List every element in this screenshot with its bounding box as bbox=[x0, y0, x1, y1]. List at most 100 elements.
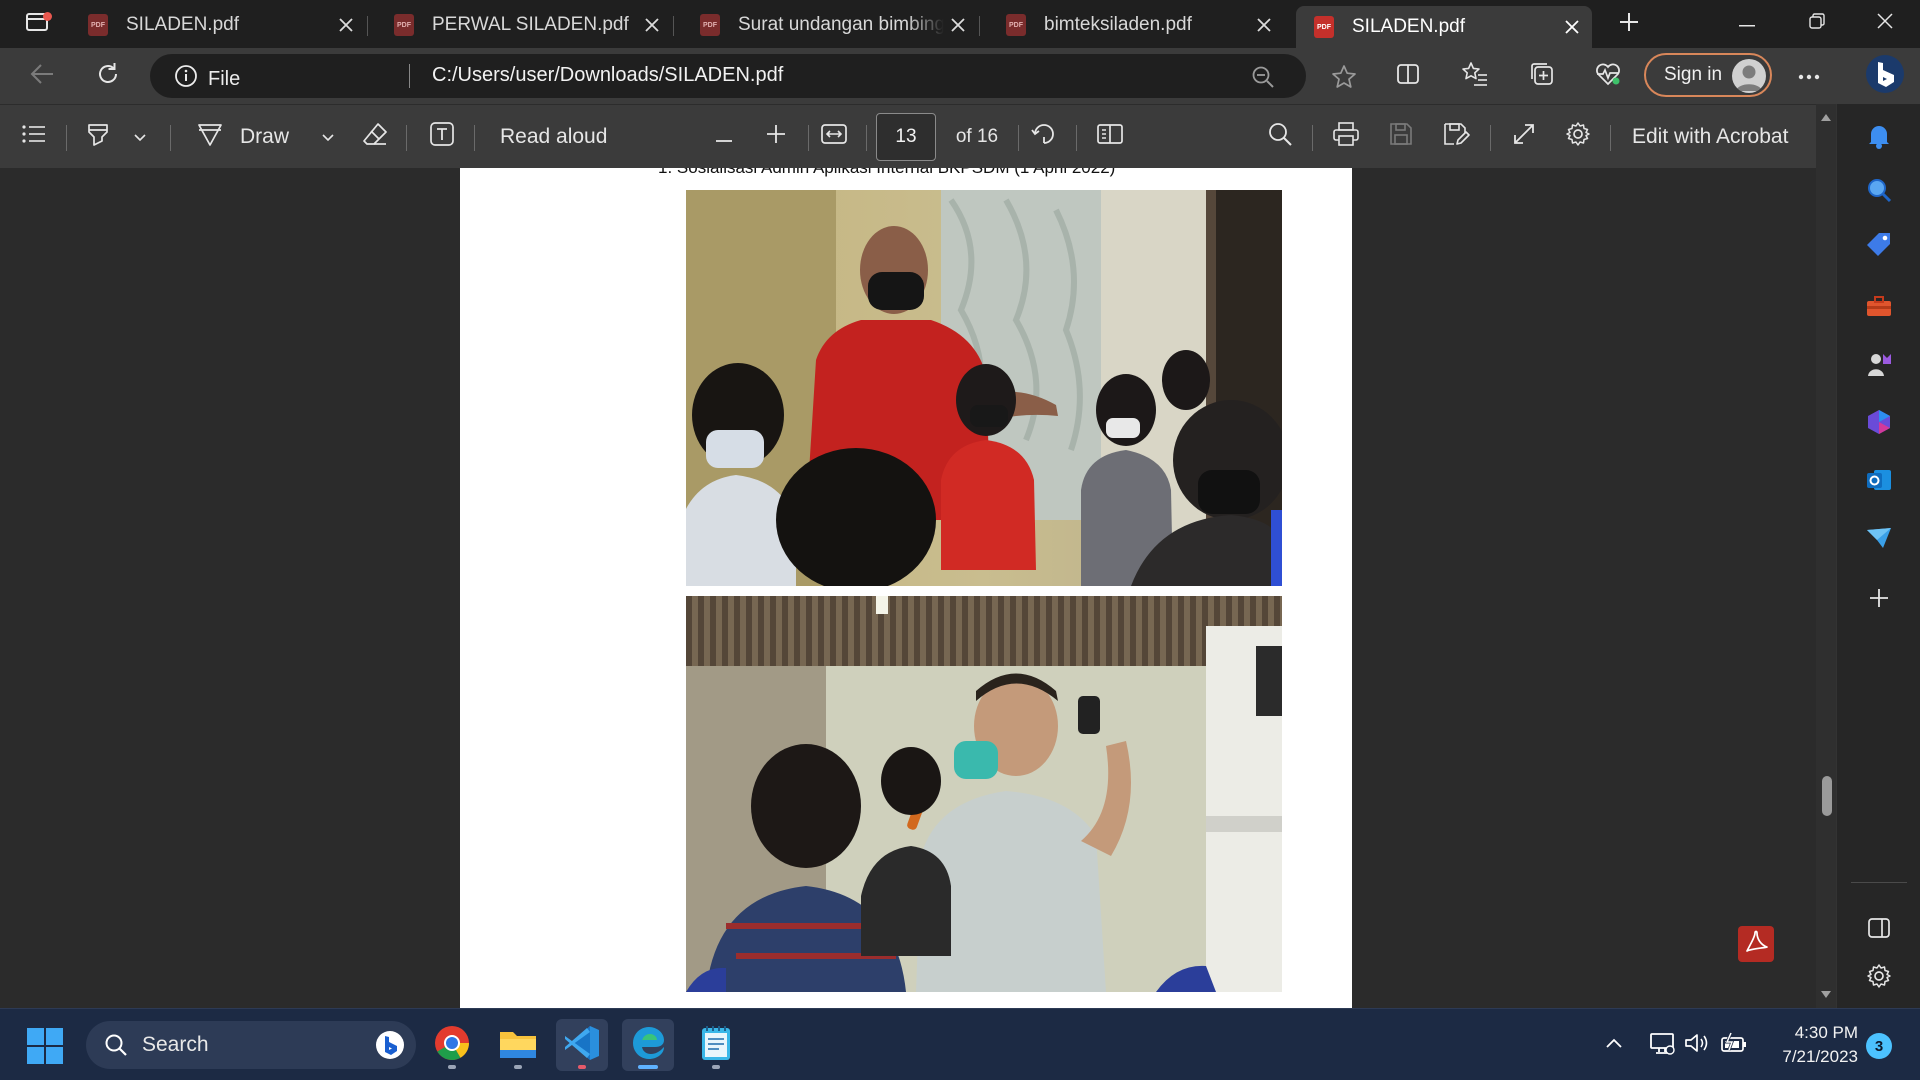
tab-3[interactable]: PDF Surat undangan bimbingan bbox=[682, 6, 980, 44]
taskbar-file-explorer[interactable] bbox=[492, 1019, 544, 1071]
fit-width-button[interactable] bbox=[818, 121, 850, 153]
restore-button[interactable] bbox=[1784, 0, 1850, 46]
browser-health-button[interactable] bbox=[1588, 56, 1628, 96]
outlook-button[interactable] bbox=[1861, 464, 1897, 500]
pdf-settings-button[interactable] bbox=[1562, 121, 1594, 153]
games-button[interactable] bbox=[1861, 348, 1897, 384]
zoom-out-icon[interactable] bbox=[1248, 62, 1278, 92]
rotate-icon bbox=[1030, 120, 1058, 154]
erase-button[interactable] bbox=[358, 121, 392, 153]
url-text[interactable]: C:/Users/user/Downloads/SILADEN.pdf bbox=[432, 64, 783, 87]
rotate-button[interactable] bbox=[1028, 121, 1060, 153]
scroll-down-icon[interactable] bbox=[1820, 990, 1832, 1000]
hide-sidebar-button[interactable] bbox=[1861, 912, 1897, 948]
sign-in-button[interactable]: Sign in bbox=[1644, 53, 1772, 97]
tab-5-active[interactable]: PDF SILADEN.pdf bbox=[1296, 6, 1592, 48]
scrollbar-thumb[interactable] bbox=[1822, 776, 1832, 816]
taskbar-vscode[interactable] bbox=[556, 1019, 608, 1071]
notifications-button[interactable] bbox=[1861, 120, 1897, 156]
sidebar-settings-button[interactable] bbox=[1861, 960, 1897, 996]
acrobat-button[interactable] bbox=[1738, 926, 1774, 962]
add-text-button[interactable] bbox=[426, 121, 458, 153]
tab-actions-button[interactable] bbox=[14, 8, 60, 40]
page-total-label: of 16 bbox=[955, 126, 999, 147]
taskbar-edge[interactable] bbox=[622, 1019, 674, 1071]
start-button[interactable] bbox=[26, 1027, 64, 1065]
contents-button[interactable] bbox=[18, 121, 50, 153]
save-button[interactable] bbox=[1385, 121, 1417, 153]
edit-with-acrobat-button[interactable]: Edit with Acrobat bbox=[1632, 121, 1802, 153]
collections-button[interactable] bbox=[1522, 56, 1562, 96]
notification-count-badge[interactable]: 3 bbox=[1866, 1033, 1892, 1059]
close-icon[interactable] bbox=[332, 11, 360, 39]
page-number-input[interactable] bbox=[876, 113, 936, 161]
toolbar-divider bbox=[1018, 125, 1019, 151]
tab-1[interactable]: PDF SILADEN.pdf bbox=[70, 6, 368, 44]
volume-button[interactable] bbox=[1682, 1031, 1710, 1059]
close-icon[interactable] bbox=[1558, 13, 1586, 41]
customize-sidebar-button[interactable] bbox=[1861, 582, 1897, 618]
address-divider bbox=[409, 64, 410, 88]
shopping-button[interactable] bbox=[1861, 228, 1897, 264]
tab-2[interactable]: PDF PERWAL SILADEN.pdf bbox=[376, 6, 674, 44]
taskbar-chrome[interactable] bbox=[426, 1019, 478, 1071]
pdf-viewport[interactable]: 1. Sosialisasi Admin Aplikasi Internal B… bbox=[0, 168, 1816, 1008]
minimize-button[interactable] bbox=[1714, 0, 1780, 46]
fullscreen-button[interactable] bbox=[1508, 121, 1540, 153]
site-info-button[interactable]: File bbox=[174, 64, 240, 94]
save-as-button[interactable] bbox=[1440, 121, 1472, 153]
print-icon bbox=[1332, 121, 1360, 153]
sidebar-search-button[interactable] bbox=[1861, 174, 1897, 210]
microsoft365-icon bbox=[1865, 408, 1893, 441]
gear-icon bbox=[1866, 963, 1892, 994]
tab-4[interactable]: PDF bimteksiladen.pdf bbox=[988, 6, 1284, 44]
favorites-button[interactable] bbox=[1455, 56, 1495, 96]
edge-icon bbox=[628, 1023, 668, 1068]
battery-button[interactable] bbox=[1720, 1031, 1748, 1059]
address-bar[interactable]: File C:/Users/user/Downloads/SILADEN.pdf bbox=[150, 54, 1356, 98]
print-button[interactable] bbox=[1330, 121, 1362, 153]
microsoft365-button[interactable] bbox=[1861, 406, 1897, 442]
network-button[interactable] bbox=[1648, 1031, 1676, 1059]
draw-options-button[interactable] bbox=[316, 121, 340, 153]
zoom-in-button[interactable] bbox=[762, 121, 790, 153]
taskbar-clock[interactable]: 4:30 PM 7/21/2023 bbox=[1768, 1021, 1858, 1069]
highlight-button[interactable] bbox=[82, 121, 114, 153]
split-screen-button[interactable] bbox=[1388, 56, 1428, 96]
meeting-photo-2 bbox=[686, 596, 1282, 992]
close-icon[interactable] bbox=[944, 11, 972, 39]
star-icon[interactable] bbox=[1329, 62, 1359, 92]
read-aloud-button[interactable]: Read aloud bbox=[500, 121, 610, 153]
page-view-button[interactable] bbox=[1094, 121, 1126, 153]
collections-icon bbox=[1529, 61, 1555, 92]
sidebar-layout-icon bbox=[1867, 917, 1891, 944]
restore-icon bbox=[1809, 12, 1825, 34]
tools-button[interactable] bbox=[1861, 290, 1897, 326]
split-screen-icon bbox=[1396, 63, 1420, 90]
show-hidden-icons-button[interactable] bbox=[1600, 1031, 1628, 1059]
highlight-options-button[interactable] bbox=[128, 121, 152, 153]
gear-icon bbox=[1565, 121, 1591, 153]
navigation-bar: File C:/Users/user/Downloads/SILADEN.pdf… bbox=[0, 48, 1920, 104]
vertical-scrollbar[interactable] bbox=[1816, 104, 1836, 1008]
copilot-icon bbox=[374, 1029, 406, 1061]
acrobat-icon bbox=[1743, 929, 1769, 960]
refresh-button[interactable] bbox=[88, 56, 128, 96]
back-button[interactable] bbox=[22, 56, 62, 96]
draw-button[interactable]: Draw bbox=[196, 121, 296, 153]
find-button[interactable] bbox=[1264, 121, 1296, 153]
toolbar-divider bbox=[1490, 125, 1491, 151]
taskbar-notepad[interactable] bbox=[690, 1019, 742, 1071]
more-button[interactable] bbox=[1789, 56, 1829, 96]
close-icon[interactable] bbox=[638, 11, 666, 39]
scroll-up-icon[interactable] bbox=[1820, 112, 1832, 122]
chevron-down-icon bbox=[321, 125, 335, 149]
close-window-button[interactable] bbox=[1852, 0, 1918, 46]
new-tab-button[interactable] bbox=[1612, 8, 1646, 40]
copilot-button[interactable] bbox=[1860, 51, 1910, 101]
taskbar-search-box[interactable]: Search bbox=[86, 1021, 416, 1069]
close-icon[interactable] bbox=[1250, 11, 1278, 39]
read-aloud-label: Read aloud bbox=[500, 125, 608, 148]
zoom-out-button[interactable] bbox=[710, 121, 738, 153]
drop-button[interactable] bbox=[1861, 522, 1897, 558]
